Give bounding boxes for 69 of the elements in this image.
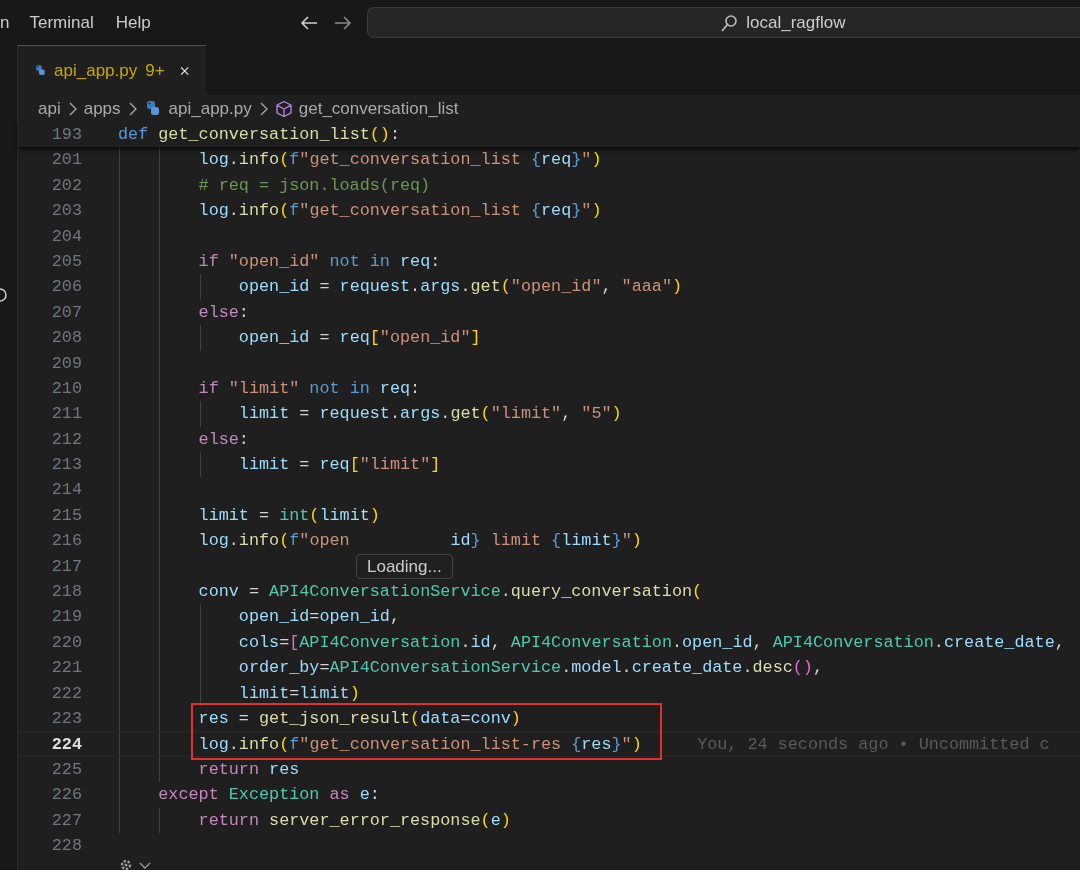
code-line: log.info(f"get_conversation_list {req}") (197, 149, 602, 172)
line-number: 227 (50, 809, 83, 832)
code-line: # req = json.loads(req) (197, 174, 431, 197)
code-line: except Exception as e: (157, 784, 380, 807)
line-number: 204 (50, 225, 83, 248)
code-line: return server_error_response(e) (197, 809, 511, 832)
line-number: 203 (50, 200, 83, 223)
code-line: conv = API4ConversationService.query_conversation( (197, 581, 703, 604)
line-number: 221 (50, 657, 83, 680)
line-number: 205 (50, 250, 83, 273)
command-center[interactable]: local_ragflow (366, 7, 1080, 38)
breadcrumb-item[interactable]: api_app.py (168, 95, 252, 122)
line-number: 223 (50, 708, 83, 730)
line-number: 214 (50, 479, 83, 502)
line-number: 225 (50, 758, 83, 781)
gear-icon[interactable] (118, 857, 134, 870)
menu-item[interactable]: Terminal (29, 9, 94, 36)
breadcrumb-item[interactable]: api (38, 95, 61, 122)
line-number: 212 (50, 428, 83, 451)
line-number: 218 (50, 581, 83, 604)
code-line: limit=limit) (237, 682, 360, 705)
code-line: log.info(f"get_conversation_list {req}") (197, 200, 602, 223)
code-line: log.info(f"open id} limit {limit}") (197, 530, 642, 553)
code-line: limit = req["limit"] (237, 454, 441, 477)
code-line: return res (197, 758, 300, 781)
hover-tooltip: Loading... (356, 554, 453, 579)
menu-item[interactable]: n (0, 9, 10, 36)
line-number: 224 (50, 734, 83, 756)
line-number: 201 (50, 149, 83, 172)
line-number: 226 (50, 784, 83, 807)
code-line: res = get_json_result(data=conv) (197, 708, 521, 730)
problem-count: 9+ (145, 59, 165, 82)
breadcrumb-item[interactable]: get_conversation_list (298, 95, 459, 122)
blame-annotation: You, 24 seconds ago • Uncommitted c (697, 734, 1050, 756)
line-number: 216 (50, 530, 83, 553)
menu-item[interactable]: Help (115, 9, 151, 36)
line-number: 211 (50, 403, 83, 426)
line-number: 219 (50, 606, 83, 629)
code-line: cols=[API4Conversation.id, API4Conversation.open_id, API4Conversation.create_date, (237, 631, 1065, 654)
code-line: open_id = req["open_id"] (237, 327, 481, 350)
editor-tab[interactable]: api_app.py 9+ (18, 45, 206, 95)
line-number: 217 (50, 555, 83, 578)
code-line: order_by=API4ConversationService.model.create_date.desc(), (237, 657, 824, 680)
code-line: else: (197, 428, 249, 451)
code-line: if "open_id" not in req: (197, 250, 441, 273)
cube-icon (274, 99, 293, 118)
code-line: else: (197, 301, 249, 324)
line-number: 222 (50, 682, 83, 705)
code-line: open_id=open_id, (237, 606, 400, 629)
code-line: limit = int(limit) (197, 504, 380, 527)
search-icon (720, 13, 739, 32)
line-number: 206 (50, 276, 83, 299)
code-line: open_id = request.args.get("open_id", "aaa") (237, 276, 683, 299)
breadcrumb-item[interactable]: apps (83, 95, 121, 122)
line-number: 202 (50, 174, 83, 197)
line-number: 220 (50, 631, 83, 654)
line-number: 193 (50, 124, 83, 146)
line-number: 208 (50, 327, 83, 350)
line-number: 215 (50, 504, 83, 527)
line-number: 209 (50, 352, 83, 375)
code-line: limit = request.args.get("limit", "5") (237, 403, 622, 426)
tab-label: api_app.py (54, 59, 138, 82)
line-number: 213 (50, 454, 83, 477)
code-line: def get_conversation_list(): (118, 124, 400, 146)
code-line: log.info(f"get_conversation_list-res {res}") (197, 734, 642, 756)
code-line: if "limit" not in req: (197, 377, 421, 400)
line-number: 207 (50, 301, 83, 324)
line-number: 210 (50, 377, 83, 400)
line-number: 228 (50, 834, 83, 857)
